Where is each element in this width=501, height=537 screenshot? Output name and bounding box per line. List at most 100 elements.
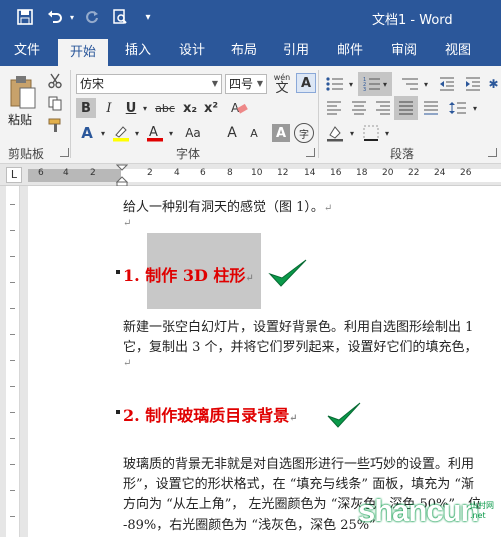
line-spacing-dropdown-icon[interactable]: ▾: [470, 98, 480, 118]
paste-label[interactable]: 粘贴: [8, 111, 32, 128]
ruler-tick: [10, 412, 15, 413]
format-painter-icon[interactable]: [44, 116, 66, 134]
group-separator: [70, 70, 71, 158]
undo-icon[interactable]: [44, 6, 66, 28]
undo-dropdown-icon[interactable]: ▾: [67, 6, 77, 28]
ruler-tick: [10, 308, 15, 309]
para-2-line-4: -89%，右光圈颜色为 “浅灰色，深色 25%”: [123, 518, 376, 533]
ruler-number: 6: [38, 168, 44, 178]
borders-dropdown-icon[interactable]: ▾: [382, 122, 392, 144]
shading-dropdown-icon[interactable]: ▾: [347, 122, 357, 144]
ruler-tick: [10, 230, 15, 231]
ruler-tick: [10, 256, 15, 257]
highlight-icon[interactable]: [110, 122, 132, 144]
font-color-icon[interactable]: A: [144, 122, 166, 144]
subscript-button[interactable]: x₂: [180, 98, 200, 118]
tab-design[interactable]: 设计: [170, 35, 214, 66]
char-shading-button[interactable]: A: [272, 124, 290, 142]
line-spacing-icon[interactable]: [446, 98, 470, 118]
font-size-select[interactable]: 四号 ▼: [225, 74, 267, 94]
text-effects-dropdown-icon[interactable]: ▾: [98, 122, 108, 144]
align-left-icon[interactable]: [323, 98, 345, 118]
ruler-number: 2: [90, 168, 96, 178]
multilevel-dropdown-icon[interactable]: ▾: [421, 74, 431, 94]
italic-button[interactable]: I: [99, 98, 119, 118]
highlight-dropdown-icon[interactable]: ▾: [132, 122, 142, 144]
clear-formatting-icon[interactable]: A: [228, 98, 250, 118]
numbering-icon[interactable]: 123 ▾: [358, 72, 392, 96]
title-bar: ▾ ▾ 文档1 - Word: [0, 0, 501, 35]
heading-2-text: 2. 制作玻璃质目录背景: [123, 406, 290, 425]
phonetic-guide-button[interactable]: wén 文: [271, 70, 293, 96]
tab-selector[interactable]: L: [6, 167, 22, 183]
tab-review[interactable]: 审阅: [382, 35, 426, 66]
ruler-number: 18: [356, 168, 368, 178]
font-name-select[interactable]: 仿宋 ▼: [76, 74, 222, 94]
font-launcher-icon[interactable]: [306, 148, 315, 157]
increase-indent-icon[interactable]: [462, 74, 484, 94]
tab-references[interactable]: 引用: [274, 35, 318, 66]
ruler-tick: [10, 386, 15, 387]
shrink-font-button[interactable]: A: [244, 122, 264, 144]
font-size-value: 四号: [229, 77, 254, 91]
change-case-button[interactable]: Aa: [182, 122, 204, 144]
save-icon[interactable]: [14, 6, 36, 28]
decrease-indent-icon[interactable]: [436, 74, 458, 94]
bullets-icon[interactable]: [323, 74, 347, 94]
paragraph-group-label: 段落: [390, 147, 415, 161]
paste-icon[interactable]: [6, 72, 40, 112]
underline-dropdown-icon[interactable]: ▾: [140, 98, 150, 118]
char-border-button[interactable]: A: [296, 73, 316, 93]
chevron-down-icon: ▼: [256, 79, 263, 88]
grow-font-button[interactable]: A: [222, 122, 242, 144]
ruler-number: 8: [227, 168, 233, 178]
superscript-button[interactable]: x²: [201, 98, 221, 118]
shading-icon[interactable]: [323, 122, 347, 144]
ruler-tick: [10, 204, 15, 205]
distributed-icon[interactable]: [420, 98, 442, 118]
borders-icon[interactable]: [360, 122, 382, 144]
cut-icon[interactable]: [44, 72, 66, 90]
tab-home[interactable]: 开始: [58, 39, 108, 66]
doc-line-1-text: 给人一种别有洞天的感觉（图 1）。: [123, 200, 324, 215]
ruler-tick: [10, 282, 15, 283]
vertical-ruler[interactable]: [6, 186, 20, 537]
strikethrough-button[interactable]: abc: [152, 98, 178, 118]
underline-button[interactable]: U: [121, 98, 141, 118]
copy-icon[interactable]: [44, 94, 66, 112]
ruler-number: 12: [277, 168, 289, 178]
clipboard-launcher-icon[interactable]: [60, 148, 69, 157]
justify-icon[interactable]: [394, 96, 418, 120]
tab-mailings[interactable]: 邮件: [328, 35, 372, 66]
ruler-tick: [10, 516, 15, 517]
tab-file[interactable]: 文件: [6, 35, 48, 66]
font-color-dropdown-icon[interactable]: ▾: [166, 122, 176, 144]
heading-bullet: [116, 410, 120, 414]
chinese-layout-icon[interactable]: ✱: [486, 74, 501, 94]
ruler-number: 20: [382, 168, 394, 178]
multilevel-list-icon[interactable]: [398, 74, 422, 94]
paragraph-mark: ↵: [245, 273, 254, 284]
print-preview-icon[interactable]: [110, 6, 130, 28]
enclose-characters-button[interactable]: 字: [294, 123, 314, 143]
para-1-line-1: 新建一张空白幻灯片，设置好背景色。利用自选图形绘制出 1: [123, 320, 474, 335]
align-right-icon[interactable]: [372, 98, 394, 118]
heading-2: 2. 制作玻璃质目录背景↵: [123, 402, 298, 426]
ruler-number: 6: [200, 168, 206, 178]
doc-line-1: 给人一种别有洞天的感觉（图 1）。↵: [123, 196, 332, 215]
redo-icon[interactable]: [82, 6, 102, 28]
paragraph-launcher-icon[interactable]: [488, 148, 497, 157]
customize-toolbar-icon[interactable]: ▾: [141, 6, 155, 28]
tab-layout[interactable]: 布局: [222, 35, 266, 66]
bold-button[interactable]: B: [76, 98, 96, 118]
text-effects-icon[interactable]: A: [76, 122, 98, 144]
align-center-icon[interactable]: [348, 98, 370, 118]
checkmark-icon: [268, 259, 307, 287]
tab-view[interactable]: 视图: [436, 35, 480, 66]
checkmark-icon: [327, 402, 361, 428]
bullets-dropdown-icon[interactable]: ▾: [346, 74, 356, 94]
tab-insert[interactable]: 插入: [116, 35, 160, 66]
indent-marker-icon[interactable]: [116, 164, 128, 186]
watermark-text: shancun: [358, 493, 479, 528]
ruler-number: 16: [330, 168, 342, 178]
